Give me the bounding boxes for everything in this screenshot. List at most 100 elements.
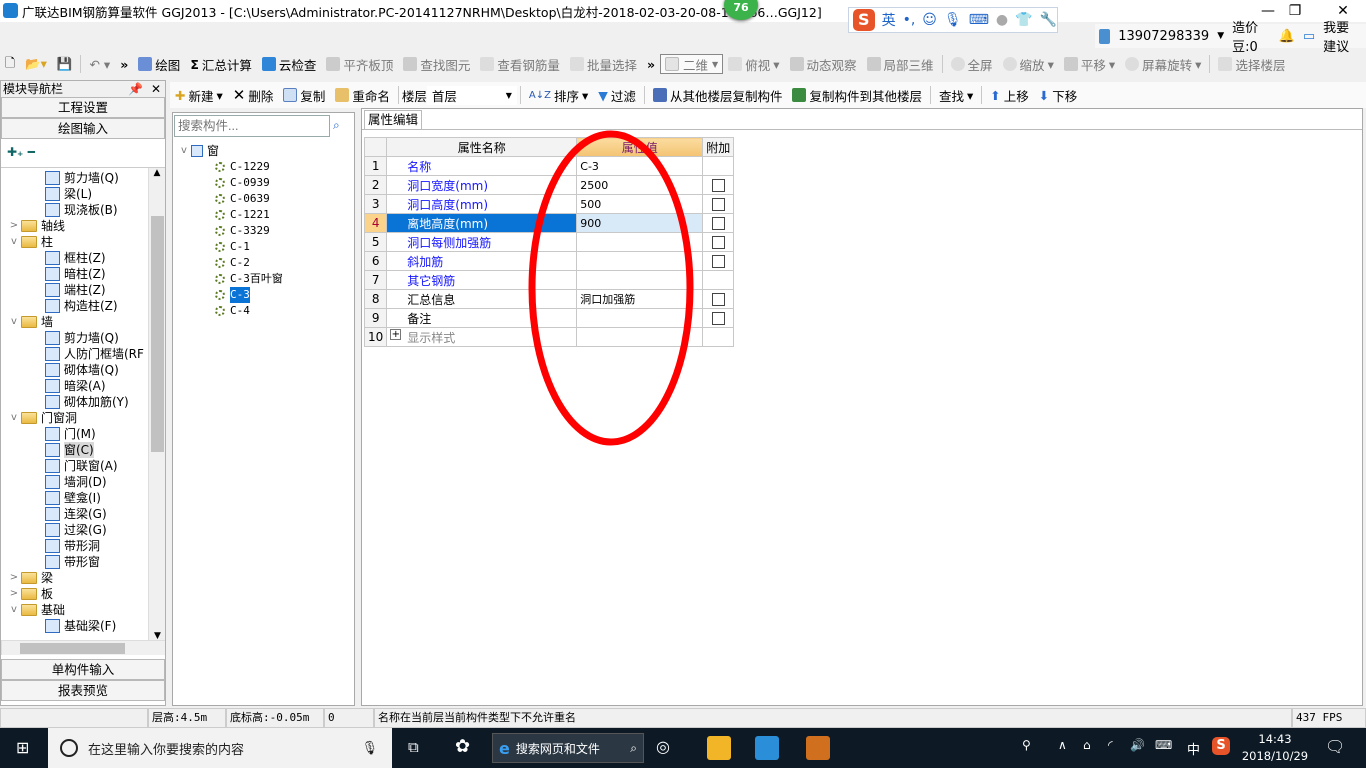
extra-checkbox[interactable] [711, 198, 725, 211]
property-row[interactable]: 7 其它钢筋 [363, 270, 735, 290]
nav-tree-item[interactable]: 窗(C) [1, 442, 165, 458]
nav-tree-item[interactable]: 砌体墙(Q) [1, 362, 165, 378]
nav-tree-item[interactable]: 暗柱(Z) [1, 266, 165, 282]
extra-checkbox[interactable] [711, 179, 725, 192]
pdf-app-icon[interactable] [806, 736, 830, 760]
nav-project-settings[interactable]: 工程设置 [1, 97, 165, 118]
component-item[interactable]: C-4 [177, 303, 283, 319]
fullscreen-button[interactable]: 全屏 [946, 55, 998, 74]
feedback-link[interactable]: 我要建议 [1323, 17, 1362, 55]
extra-checkbox[interactable] [711, 217, 725, 230]
component-item[interactable]: C-3 [177, 287, 283, 303]
view-rebar-button[interactable]: 查看钢筋量 [475, 55, 565, 74]
nav-tree-item[interactable]: 梁(L) [1, 186, 165, 202]
draw-button[interactable]: 绘图 [133, 55, 185, 74]
property-row[interactable]: 8 汇总信息 洞口加强筋 [363, 289, 735, 309]
nav-tree-item[interactable]: 构造柱(Z) [1, 298, 165, 314]
wrench-icon[interactable]: 🔧 [1040, 12, 1057, 28]
property-value[interactable] [576, 270, 704, 290]
pin-icon[interactable]: 📌 [128, 81, 143, 97]
nav-tree-item[interactable]: 现浇板(B) [1, 202, 165, 218]
delete-button[interactable]: ✕ 删除 [228, 86, 279, 105]
nav-tree-item[interactable]: 壁龛(I) [1, 490, 165, 506]
move-up-button[interactable]: ⬆ 上移 [985, 86, 1034, 105]
floor-select[interactable]: 首层 ▼ [426, 85, 517, 105]
nav-single-component[interactable]: 单构件输入 [1, 659, 165, 680]
copy-from-floor-button[interactable]: 从其他楼层复制构件 [648, 86, 788, 105]
property-row[interactable]: 10 + 显示样式 [363, 327, 735, 347]
pan-button[interactable]: 平移 ▾ [1059, 55, 1120, 74]
nav-tree-item[interactable]: 过梁(G) [1, 522, 165, 538]
close-icon[interactable]: ✕ [151, 81, 161, 97]
sogou-tray-icon[interactable]: S [1212, 737, 1230, 755]
copy-to-floor-button[interactable]: 复制构件到其他楼层 [787, 86, 927, 105]
find-button[interactable]: 查找 ▾ [934, 86, 978, 105]
people-icon[interactable]: ⚲ [1022, 738, 1031, 752]
sogou-icon[interactable]: S [853, 9, 875, 31]
sort-button[interactable]: A↓Z 排序 ▾ [524, 86, 593, 105]
cloud-check-button[interactable]: 云检查 [257, 55, 322, 74]
zoom-button[interactable]: 缩放 ▾ [998, 55, 1059, 74]
component-item[interactable]: C-2 [177, 255, 283, 271]
property-value[interactable]: 2500 [576, 175, 704, 195]
extra-checkbox[interactable] [711, 236, 725, 249]
clock[interactable]: 14:43 2018/10/29 [1240, 731, 1310, 765]
extra-checkbox[interactable] [711, 312, 725, 325]
nav-tree-item[interactable]: 框柱(Z) [1, 250, 165, 266]
skin-icon[interactable]: 👕 [1015, 12, 1032, 28]
batch-select-button[interactable]: 批量选择 [565, 55, 642, 74]
feedback-icon[interactable]: ▭ [1303, 29, 1315, 44]
save-icon[interactable]: 💾 [52, 56, 78, 72]
account-phone[interactable]: 13907298339 [1118, 29, 1209, 44]
nav-tree-item[interactable]: v 门窗洞 [1, 410, 165, 426]
property-row[interactable]: 2 洞口宽度(mm) 2500 [363, 175, 735, 195]
property-value[interactable]: C-3 [576, 156, 704, 176]
extra-checkbox[interactable] [711, 293, 725, 306]
nav-drawing-input[interactable]: 绘图输入 [1, 118, 165, 139]
ime-lang[interactable]: 英 [882, 10, 896, 30]
collapse-all-icon[interactable]: ━ [28, 145, 35, 159]
nav-tree-item[interactable]: 基础梁(F) [1, 618, 165, 634]
nav-tree-item[interactable]: v柱 [1, 234, 165, 250]
nav-tree-item[interactable]: > 轴线 [1, 218, 165, 234]
volume-icon[interactable]: 🔊 [1130, 738, 1145, 752]
component-item[interactable]: C-1 [177, 239, 283, 255]
property-value[interactable]: 500 [576, 194, 704, 214]
component-item[interactable]: C-3329 [177, 223, 283, 239]
browser-search-box[interactable]: e 搜索网页和文件 ⌕ [492, 733, 644, 763]
emoji-icon[interactable]: ☺ [922, 12, 937, 28]
nav-tree-item[interactable]: 剪力墙(Q) [1, 330, 165, 346]
property-row[interactable]: 9 备注 [363, 308, 735, 328]
app-notify-icon[interactable]: ◎ [656, 737, 670, 756]
taskbar-search[interactable]: 在这里输入你要搜索的内容 🎙 [48, 728, 392, 768]
keyboard-icon[interactable]: ⌨ [1155, 738, 1172, 752]
property-value[interactable] [576, 308, 704, 328]
nav-tree-item[interactable]: > 板 [1, 586, 165, 602]
chevron-down-icon[interactable]: ▼ [1217, 31, 1224, 41]
search-icon[interactable]: ⌕ [333, 118, 340, 133]
property-row[interactable]: 5 洞口每侧加强筋 [363, 232, 735, 252]
rename-button[interactable]: 重命名 [330, 86, 395, 105]
new-file-icon[interactable]: 🗋 [0, 54, 20, 75]
expand-all-icon[interactable]: ✚₊ [7, 145, 23, 159]
filter-button[interactable]: ▼ 过滤 [593, 86, 641, 105]
tray-chevron-icon[interactable]: ∧ [1058, 738, 1067, 752]
component-item[interactable]: C-1229 [177, 159, 283, 175]
user-icon[interactable]: ● [996, 12, 1008, 28]
find-element-button[interactable]: 查找图元 [398, 55, 475, 74]
property-value[interactable]: 洞口加强筋 [576, 289, 704, 309]
property-row[interactable]: 1 名称 C-3 [363, 156, 735, 176]
open-folder-icon[interactable]: 📂▾ [20, 56, 52, 72]
expand-plus-icon[interactable]: + [390, 328, 402, 340]
select-floor-button[interactable]: 选择楼层 [1213, 55, 1290, 74]
local-3d-button[interactable]: 局部三维 [862, 55, 939, 74]
component-item[interactable]: C-3百叶窗 [177, 271, 283, 287]
component-root[interactable]: v窗 [177, 143, 283, 159]
bell-icon[interactable]: 🔔 [1279, 29, 1295, 44]
nav-tree-item[interactable]: 连梁(G) [1, 506, 165, 522]
nav-tree-item[interactable]: 门联窗(A) [1, 458, 165, 474]
view-mode-select[interactable]: 二维 ▼ [660, 54, 724, 74]
copy-button[interactable]: 复制 [278, 86, 330, 105]
tab-property-edit[interactable]: 属性编辑 [364, 110, 422, 129]
summary-calc-button[interactable]: Σ 汇总计算 [185, 55, 257, 74]
